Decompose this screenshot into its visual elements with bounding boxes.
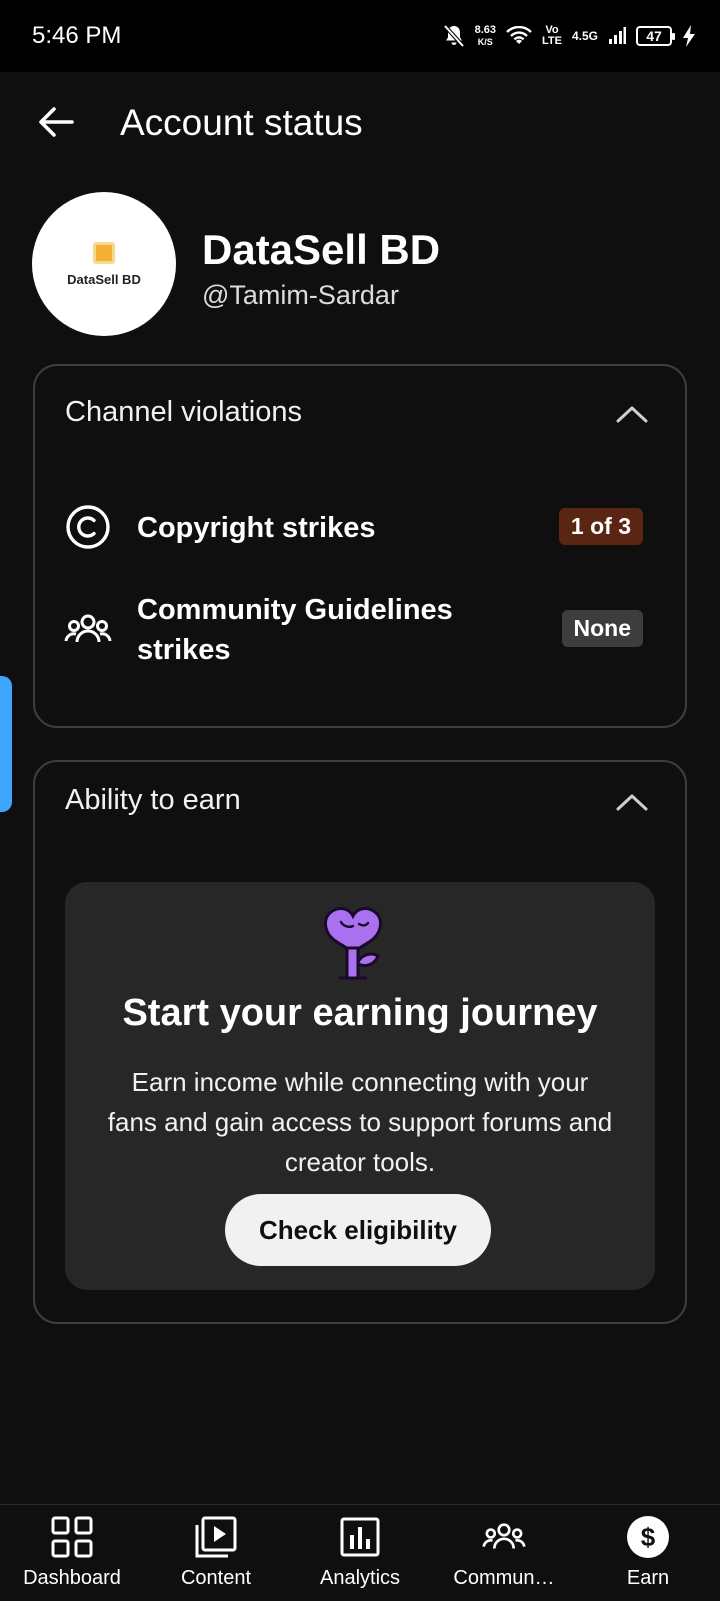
channel-avatar: DataSell BD bbox=[32, 192, 176, 336]
analytics-icon bbox=[340, 1517, 380, 1557]
nav-community-label: Commun… bbox=[453, 1567, 555, 1589]
bottom-navigation: Dashboard Content Analytics Commun… $ Ea… bbox=[0, 1504, 720, 1601]
content-icon bbox=[195, 1516, 237, 1558]
dashboard-icon bbox=[51, 1516, 93, 1558]
channel-handle: @Tamim-Sardar bbox=[202, 280, 399, 310]
nav-earn-label: Earn bbox=[626, 1567, 670, 1589]
copyright-strikes-label: Copyright strikes bbox=[137, 512, 376, 544]
channel-name: DataSell BD bbox=[202, 226, 441, 273]
nav-earn[interactable]: $ Earn bbox=[576, 1505, 720, 1601]
back-arrow-icon[interactable] bbox=[32, 98, 80, 146]
nav-analytics-label: Analytics bbox=[319, 1567, 401, 1589]
signal-icon bbox=[609, 27, 626, 44]
status-bar: 5:46 PM 8.63 K/S Vo LTE 4.5G 47 bbox=[0, 0, 720, 72]
edge-panel-handle[interactable] bbox=[0, 676, 12, 812]
community-strikes-badge: None bbox=[561, 610, 643, 647]
earning-promo: Start your earning journey Earn income w… bbox=[65, 882, 655, 1290]
nav-dashboard-label: Dashboard bbox=[23, 1567, 121, 1589]
avatar-logo-text: DataSell BD bbox=[67, 271, 141, 287]
check-eligibility-button[interactable]: Check eligibility bbox=[225, 1194, 491, 1266]
earn-section-title: Ability to earn bbox=[65, 784, 241, 816]
channel-violations-card: Channel violations Copyright strikes 1 o… bbox=[33, 364, 687, 728]
ability-to-earn-card: Ability to earn Start your earning journ… bbox=[33, 760, 687, 1324]
network-type: 4.5G bbox=[571, 29, 598, 43]
page-title: Account status bbox=[120, 102, 363, 143]
community-icon bbox=[64, 614, 112, 643]
community-icon bbox=[482, 1523, 526, 1549]
copyright-icon bbox=[66, 505, 110, 549]
earning-journey-description: Earn income while connecting with your f… bbox=[107, 1067, 613, 1177]
heart-plant-icon bbox=[324, 907, 382, 980]
nav-content[interactable]: Content bbox=[144, 1505, 288, 1601]
wifi-icon bbox=[506, 26, 532, 44]
svg-text:$: $ bbox=[641, 1522, 656, 1552]
community-strikes-label: Community Guidelines strikes bbox=[137, 594, 453, 666]
chevron-up-icon[interactable] bbox=[615, 404, 649, 424]
status-icons: 8.63 K/S Vo LTE 4.5G 47 bbox=[443, 18, 696, 54]
nav-analytics[interactable]: Analytics bbox=[288, 1505, 432, 1601]
nav-dashboard[interactable]: Dashboard bbox=[0, 1505, 144, 1601]
charging-icon bbox=[683, 25, 695, 47]
notifications-off-icon bbox=[443, 24, 465, 48]
top-app-bar: Account status bbox=[0, 72, 720, 172]
chevron-up-icon[interactable] bbox=[615, 792, 649, 812]
nav-community[interactable]: Commun… bbox=[432, 1505, 576, 1601]
volte-indicator: Vo LTE bbox=[542, 24, 562, 47]
violations-title: Channel violations bbox=[65, 396, 302, 428]
status-time: 5:46 PM bbox=[32, 22, 122, 49]
chip-logo-icon bbox=[93, 241, 115, 264]
earning-journey-title: Start your earning journey bbox=[122, 992, 598, 1034]
earn-dollar-icon: $ bbox=[627, 1516, 669, 1558]
battery-icon: 47 bbox=[636, 26, 675, 46]
network-speed: 8.63 K/S bbox=[474, 24, 497, 47]
nav-content-label: Content bbox=[180, 1567, 252, 1589]
copyright-strikes-badge: 1 of 3 bbox=[558, 508, 643, 545]
